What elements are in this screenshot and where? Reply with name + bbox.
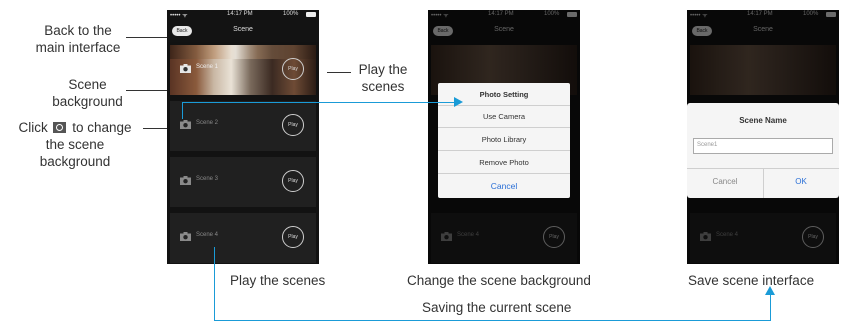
annotation-back-line2: main interface — [35, 40, 121, 55]
play-button[interactable]: Play — [282, 170, 304, 192]
scene-row[interactable]: Scene 1 Play — [170, 45, 316, 95]
caption-save-scene: Save scene interface — [688, 273, 815, 288]
dialog-cancel-button[interactable]: Cancel — [687, 177, 763, 186]
scene-name-input[interactable]: Scene1 — [693, 138, 833, 154]
annotation-click-pre: Click — [18, 120, 48, 135]
flow-arrow-line — [214, 320, 770, 321]
camera-icon[interactable] — [180, 64, 191, 73]
annotation-click-camera: Click to change the scene background — [6, 119, 144, 170]
cancel-option[interactable]: Cancel — [438, 181, 570, 191]
scene-name: Scene 1 — [196, 64, 219, 70]
camera-icon[interactable] — [180, 176, 191, 185]
leader-play — [327, 72, 351, 73]
scene-row[interactable]: Scene 2 Play — [170, 101, 316, 151]
leader-back — [126, 37, 172, 38]
annotation-back-line1: Back to the — [44, 23, 112, 38]
status-bar: ••••• ᯤ 14:17 PM 100% — [167, 10, 319, 20]
leader-scene-bg — [126, 90, 172, 91]
flow-arrow-line — [182, 102, 454, 103]
annotation-play: Play the scenes — [353, 61, 413, 95]
scene-row[interactable]: Scene 4 Play — [170, 213, 316, 263]
caption-saving-current: Saving the current scene — [422, 300, 572, 315]
scene-name-input-value: Scene1 — [697, 142, 718, 148]
caption-play-scenes: Play the scenes — [230, 273, 326, 288]
annotation-click-line2: the scene — [45, 137, 105, 152]
caption-change-background: Change the scene background — [407, 273, 591, 288]
signal-indicator: ••••• ᯤ — [170, 13, 188, 19]
phone-photo-setting: ••••• ᯤ 14:17 PM 100% Back Scene Scene 4… — [428, 10, 580, 264]
annotation-scene-bg: Scene background — [50, 76, 125, 110]
flow-arrow-line — [182, 102, 183, 119]
phone-scene-name: ••••• ᯤ 14:17 PM 100% Back Scene Scene 4… — [687, 10, 839, 264]
scene-name-title: Scene Name — [739, 116, 787, 125]
play-button[interactable]: Play — [282, 114, 304, 136]
scene-name: Scene 4 — [196, 232, 219, 238]
camera-icon[interactable] — [180, 232, 191, 241]
annotation-bg-line1: Scene — [68, 77, 107, 92]
camera-icon — [53, 122, 67, 133]
dialog-ok-button[interactable]: OK — [763, 177, 839, 186]
battery-icon — [306, 12, 316, 17]
scene-name: Scene 2 — [196, 120, 219, 126]
annotation-play-line1: Play the — [358, 62, 408, 77]
arrow-head-icon — [454, 97, 463, 107]
scene-name-dialog: Scene Name Scene1 Cancel OK — [687, 103, 839, 198]
status-time: 14:17 PM — [227, 11, 253, 17]
use-camera-option[interactable]: Use Camera — [438, 112, 570, 121]
remove-photo-option[interactable]: Remove Photo — [438, 158, 570, 167]
annotation-click-line3: background — [39, 154, 111, 169]
annotation-bg-line2: background — [52, 94, 123, 109]
play-button[interactable]: Play — [282, 226, 304, 248]
scene-row[interactable]: Scene 3 Play — [170, 157, 316, 207]
play-button[interactable]: Play — [282, 58, 304, 80]
nav-title: Scene — [233, 26, 253, 33]
status-battery-text: 100% — [283, 11, 299, 17]
annotation-click-post: to change — [72, 120, 132, 135]
flow-arrow-line — [214, 247, 215, 320]
nav-bar: Back Scene — [167, 20, 319, 42]
camera-icon[interactable] — [180, 120, 191, 129]
annotation-play-line2: scenes — [361, 79, 405, 94]
flow-arrow-line — [770, 293, 771, 321]
scene-name: Scene 3 — [196, 176, 219, 182]
photo-library-option[interactable]: Photo Library — [438, 135, 570, 144]
phone-scene-list: ••••• ᯤ 14:17 PM 100% Back Scene Scene 1… — [167, 10, 319, 264]
annotation-back: Back to the main interface — [33, 22, 123, 56]
